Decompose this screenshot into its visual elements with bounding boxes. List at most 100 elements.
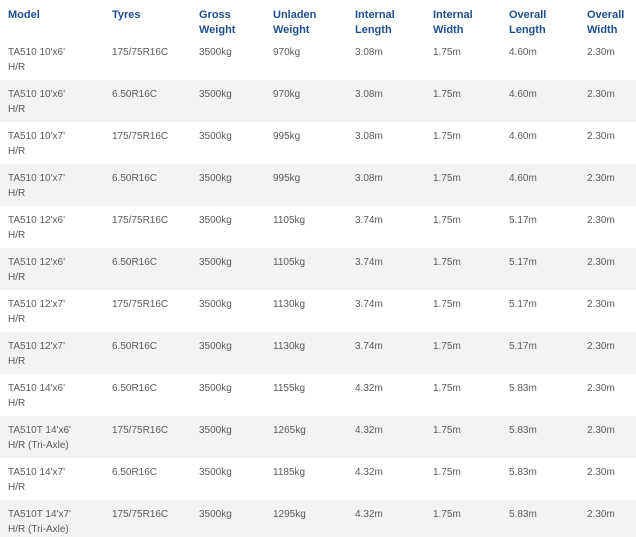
model-name: TA510 12'x6': [8, 257, 66, 268]
header-internal-width: Internal Width: [425, 0, 501, 38]
model-variant: H/R: [8, 230, 26, 241]
table-row: TA510 14'x6' H/R 6.50R16C 3500kg 1155kg 4.32m…: [0, 374, 636, 416]
header-line: Weight: [273, 24, 310, 36]
cell-internal-width: 1.75m: [425, 80, 501, 122]
cell-tyres: 6.50R16C: [104, 80, 191, 122]
cell-internal-width: 1.75m: [425, 248, 501, 290]
cell-gross-weight: 3500kg: [191, 500, 265, 537]
cell-tyres: 6.50R16C: [104, 458, 191, 500]
cell-internal-length: 3.74m: [347, 332, 425, 374]
cell-model: TA510T 14'x6' H/R (Tri-Axle): [0, 416, 104, 458]
cell-unladen-weight: 995kg: [265, 164, 347, 206]
model-variant: H/R: [8, 482, 26, 493]
table-row: TA510 10'x7' H/R 175/75R16C 3500kg 995kg 3.08…: [0, 122, 636, 164]
cell-model: TA510 14'x6' H/R: [0, 374, 104, 416]
cell-tyres: 6.50R16C: [104, 332, 191, 374]
cell-internal-width: 1.75m: [425, 500, 501, 537]
header-line: Length: [355, 24, 392, 36]
table-row: TA510T 14'x6' H/R (Tri-Axle) 175/75R16C 350…: [0, 416, 636, 458]
model-name: TA510 10'x6': [8, 47, 66, 58]
cell-tyres: 175/75R16C: [104, 290, 191, 332]
cell-gross-weight: 3500kg: [191, 38, 265, 80]
model-name: TA510 10'x7': [8, 131, 66, 142]
cell-overall-width: 2.30m: [579, 290, 636, 332]
header-line: Overall: [587, 9, 625, 21]
cell-internal-length: 3.08m: [347, 164, 425, 206]
cell-overall-length: 5.83m: [501, 500, 579, 537]
cell-tyres: 175/75R16C: [104, 38, 191, 80]
cell-overall-length: 5.83m: [501, 374, 579, 416]
header-row: Model Tyres Gross Weight Unladen Weight Intern…: [0, 0, 636, 38]
header-line: Weight: [199, 24, 236, 36]
header-gross-weight: Gross Weight: [191, 0, 265, 38]
cell-overall-length: 5.83m: [501, 458, 579, 500]
cell-overall-width: 2.30m: [579, 416, 636, 458]
model-name: TA510 12'x7': [8, 299, 66, 310]
model-name: TA510 10'x6': [8, 89, 66, 100]
cell-overall-width: 2.30m: [579, 164, 636, 206]
cell-internal-width: 1.75m: [425, 206, 501, 248]
header-overall-length: Overall Length: [501, 0, 579, 38]
cell-gross-weight: 3500kg: [191, 374, 265, 416]
header-overall-width: Overall Width: [579, 0, 636, 38]
header-line: Model: [8, 9, 40, 21]
table-header: Model Tyres Gross Weight Unladen Weight Intern…: [0, 0, 636, 38]
cell-unladen-weight: 1130kg: [265, 332, 347, 374]
model-variant: H/R: [8, 188, 26, 199]
cell-overall-width: 2.30m: [579, 500, 636, 537]
table-row: TA510 12'x7' H/R 6.50R16C 3500kg 1130kg 3.74m…: [0, 332, 636, 374]
header-line: Width: [587, 24, 618, 36]
cell-gross-weight: 3500kg: [191, 416, 265, 458]
cell-gross-weight: 3500kg: [191, 458, 265, 500]
model-name: TA510 12'x6': [8, 215, 66, 226]
cell-internal-length: 4.32m: [347, 458, 425, 500]
cell-overall-width: 2.30m: [579, 332, 636, 374]
table-row: TA510 12'x7' H/R 175/75R16C 3500kg 1130kg 3.7…: [0, 290, 636, 332]
cell-internal-width: 1.75m: [425, 164, 501, 206]
cell-internal-width: 1.75m: [425, 38, 501, 80]
cell-overall-length: 5.17m: [501, 248, 579, 290]
cell-unladen-weight: 970kg: [265, 38, 347, 80]
cell-model: TA510 12'x6' H/R: [0, 248, 104, 290]
cell-overall-width: 2.30m: [579, 374, 636, 416]
header-tyres: Tyres: [104, 0, 191, 38]
header-line: Length: [509, 24, 546, 36]
cell-overall-length: 4.60m: [501, 122, 579, 164]
table-row: TA510 14'x7' H/R 6.50R16C 3500kg 1185kg 4.32m…: [0, 458, 636, 500]
cell-overall-length: 5.83m: [501, 416, 579, 458]
cell-model: TA510T 14'x7' H/R (Tri-Axle): [0, 500, 104, 537]
cell-gross-weight: 3500kg: [191, 206, 265, 248]
cell-tyres: 175/75R16C: [104, 206, 191, 248]
cell-model: TA510 12'x7' H/R: [0, 332, 104, 374]
cell-internal-width: 1.75m: [425, 122, 501, 164]
cell-overall-width: 2.30m: [579, 80, 636, 122]
cell-internal-length: 3.74m: [347, 206, 425, 248]
cell-internal-width: 1.75m: [425, 374, 501, 416]
cell-gross-weight: 3500kg: [191, 248, 265, 290]
table-row: TA510T 14'x7' H/R (Tri-Axle) 175/75R16C 350…: [0, 500, 636, 537]
table-body: TA510 10'x6' H/R 175/75R16C 3500kg 970kg 3.08…: [0, 38, 636, 537]
model-name: TA510 10'x7': [8, 173, 66, 184]
cell-tyres: 6.50R16C: [104, 248, 191, 290]
cell-overall-width: 2.30m: [579, 122, 636, 164]
model-variant: H/R: [8, 104, 26, 115]
cell-unladen-weight: 1265kg: [265, 416, 347, 458]
cell-gross-weight: 3500kg: [191, 164, 265, 206]
model-name: TA510 14'x7': [8, 467, 66, 478]
cell-model: TA510 10'x6' H/R: [0, 80, 104, 122]
cell-internal-length: 3.74m: [347, 248, 425, 290]
cell-internal-width: 1.75m: [425, 332, 501, 374]
cell-unladen-weight: 970kg: [265, 80, 347, 122]
table-row: TA510 10'x6' H/R 6.50R16C 3500kg 970kg 3.08m 1…: [0, 80, 636, 122]
cell-tyres: 6.50R16C: [104, 164, 191, 206]
cell-overall-width: 2.30m: [579, 38, 636, 80]
cell-internal-length: 3.08m: [347, 80, 425, 122]
cell-tyres: 175/75R16C: [104, 122, 191, 164]
cell-model: TA510 10'x7' H/R: [0, 122, 104, 164]
cell-overall-length: 4.60m: [501, 164, 579, 206]
cell-unladen-weight: 1155kg: [265, 374, 347, 416]
header-unladen-weight: Unladen Weight: [265, 0, 347, 38]
cell-unladen-weight: 1130kg: [265, 290, 347, 332]
model-name: TA510T 14'x6': [8, 425, 71, 436]
cell-model: TA510 14'x7' H/R: [0, 458, 104, 500]
